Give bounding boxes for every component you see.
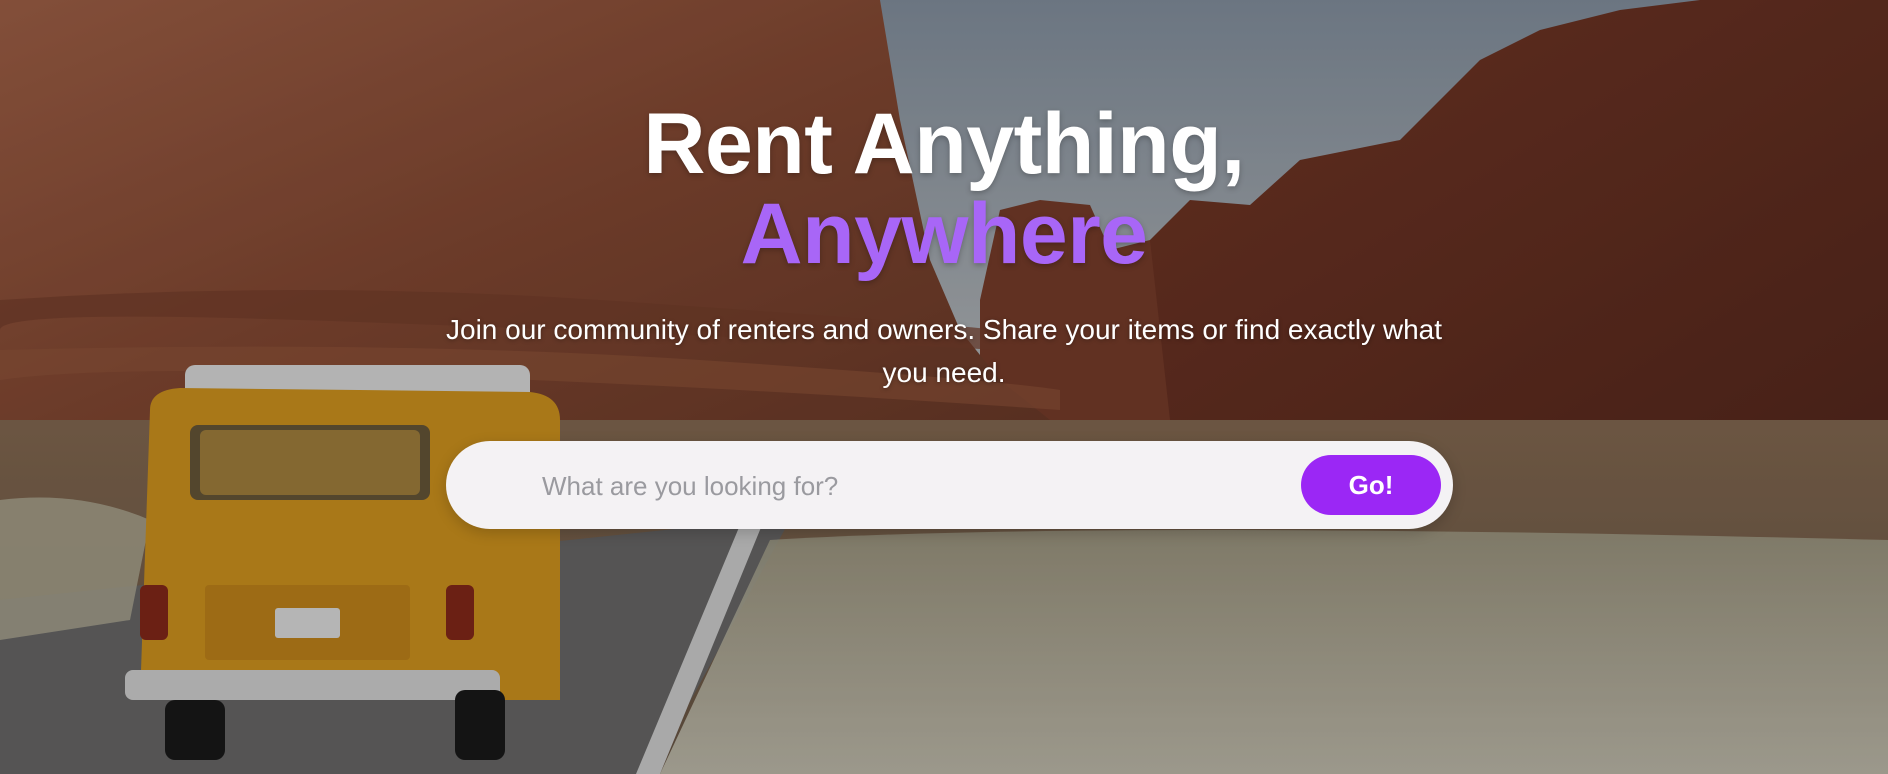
search-input[interactable]	[540, 441, 1244, 531]
go-button[interactable]: Go!	[1301, 455, 1441, 515]
hero-subtitle: Join our community of renters and owners…	[446, 314, 1442, 388]
hero-section: Rent Anything, Anywhere Join our communi…	[0, 0, 1888, 774]
hero-title: Rent Anything,	[643, 96, 1245, 192]
search-form: Go!	[446, 441, 1453, 531]
hero-content: Rent Anything, Anywhere Join our communi…	[0, 0, 1888, 774]
hero-title-highlight: Anywhere	[740, 186, 1148, 282]
